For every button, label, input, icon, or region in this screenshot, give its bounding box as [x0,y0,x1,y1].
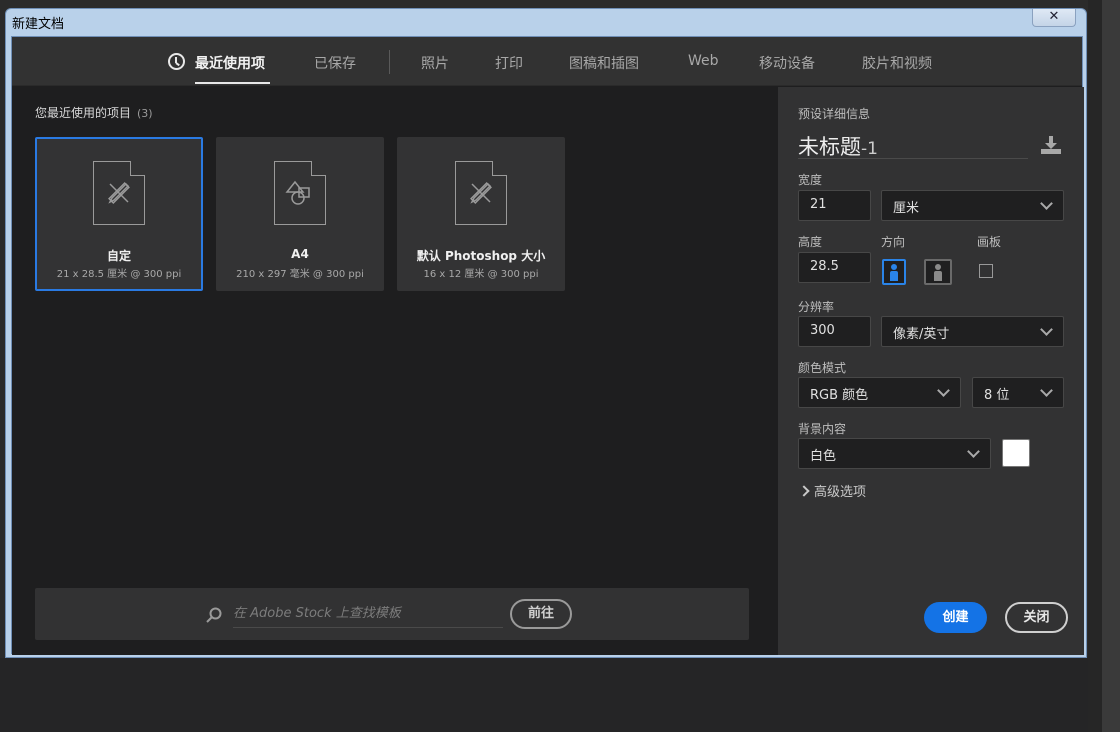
clock-icon [168,53,185,70]
search-icon [206,607,222,623]
new-document-dialog: 新建文档 ✕ 最近使用项 已保存 照片 打印 图稿和插图 Web 移动设备 胶片… [5,8,1087,658]
tab-recent[interactable]: 最近使用项 [195,53,265,73]
tab-photo[interactable]: 照片 [421,53,449,73]
tab-web[interactable]: Web [688,53,719,69]
recent-count: (3) [137,107,153,120]
document-name-field[interactable]: 未标题-1 [798,131,1028,159]
document-icon [455,161,507,225]
window-close-button[interactable]: ✕ [1032,9,1076,27]
tab-separator [389,50,390,74]
chevron-down-icon [1040,323,1053,336]
resolution-label: 分辨率 [798,300,835,314]
preset-card-a4[interactable]: A4 210 x 297 毫米 @ 300 ppi [216,137,384,291]
tab-mobile[interactable]: 移动设备 [759,53,815,73]
preset-card-default-photoshop[interactable]: 默认 Photoshop 大小 16 x 12 厘米 @ 300 ppi [397,137,565,291]
resolution-unit-select[interactable]: 像素/英寸 [881,316,1064,347]
preset-name: 自定 [106,249,131,263]
preset-details-label: 预设详细信息 [798,107,871,121]
height-input[interactable]: 28.5 [798,252,871,283]
tab-print[interactable]: 打印 [495,53,523,73]
color-mode-label: 颜色模式 [798,361,847,375]
tab-art-illustration[interactable]: 图稿和插图 [569,53,639,73]
width-unit-value: 厘米 [893,201,920,216]
color-mode-value: RGB 颜色 [810,388,869,403]
category-tabs: 最近使用项 已保存 照片 打印 图稿和插图 Web 移动设备 胶片和视频 [12,37,1082,86]
background-label: 背景内容 [798,422,847,436]
landscape-orientation-button[interactable] [924,259,952,285]
go-button[interactable]: 前往 [510,599,572,629]
active-tab-indicator [195,82,270,84]
chevron-right-icon [798,485,810,497]
stock-search-bar: 前往 [35,588,749,640]
resolution-input[interactable]: 300 [798,316,871,347]
width-unit-select[interactable]: 厘米 [881,190,1064,221]
document-icon [274,161,326,225]
chevron-down-icon [1040,197,1053,210]
recent-heading-label: 您最近使用的项目 [35,106,132,120]
chevron-down-icon [967,445,980,458]
background-color-swatch[interactable] [1002,439,1030,467]
background-select[interactable]: 白色 [798,438,991,469]
preset-name: A4 [291,247,309,261]
portrait-icon [890,264,898,281]
height-label: 高度 [798,235,823,249]
dialog-content: 最近使用项 已保存 照片 打印 图稿和插图 Web 移动设备 胶片和视频 您最近… [11,36,1084,655]
window-title: 新建文档 [12,17,65,32]
advanced-options-label: 高级选项 [814,485,867,500]
width-label: 宽度 [798,173,823,187]
recent-items-panel: 您最近使用的项目 (3) 自定 21 x 28.5 厘米 @ 300 ppi A… [12,87,778,655]
background-app-edge [1088,0,1120,732]
preset-spec: 210 x 297 毫米 @ 300 ppi [236,269,364,280]
close-button[interactable]: 关闭 [1005,602,1068,633]
title-bar: 新建文档 ✕ [6,9,1086,36]
document-icon [93,161,145,225]
resolution-unit-value: 像素/英寸 [893,327,950,342]
preset-name: 默认 Photoshop 大小 [416,249,546,263]
background-value: 白色 [810,449,837,464]
pencil-ruler-icon [108,182,130,204]
document-name: 未标题 [798,135,861,159]
chevron-down-icon [937,384,950,397]
document-name-suffix: -1 [861,139,878,159]
advanced-options-toggle[interactable]: 高级选项 [798,481,867,500]
artboard-checkbox[interactable] [979,264,993,278]
width-input[interactable]: 21 [798,190,871,221]
landscape-icon [934,264,942,281]
tab-saved[interactable]: 已保存 [314,53,356,73]
bit-depth-select[interactable]: 8 位 [972,377,1064,408]
preset-spec: 21 x 28.5 厘米 @ 300 ppi [56,269,182,280]
chevron-down-icon [1040,384,1053,397]
create-button[interactable]: 创建 [924,602,987,633]
stock-search-input[interactable] [233,600,503,628]
preset-card-custom[interactable]: 自定 21 x 28.5 厘米 @ 300 ppi [35,137,203,291]
background-app-area [0,658,1088,732]
pencil-ruler-icon [470,182,492,204]
shapes-icon [285,180,310,205]
preset-details-panel: 预设详细信息 未标题-1 宽度 21 厘米 高度 28.5 方向 画板 分辨率 … [778,87,1084,655]
bit-depth-value: 8 位 [984,388,1010,403]
orientation-label: 方向 [881,235,906,249]
save-preset-icon[interactable] [1040,135,1062,155]
portrait-orientation-button[interactable] [882,259,906,285]
tab-film-video[interactable]: 胶片和视频 [862,53,932,73]
preset-spec: 16 x 12 厘米 @ 300 ppi [423,269,539,280]
artboard-label: 画板 [977,235,1002,249]
color-mode-select[interactable]: RGB 颜色 [798,377,961,408]
recent-heading: 您最近使用的项目 (3) [35,104,153,121]
